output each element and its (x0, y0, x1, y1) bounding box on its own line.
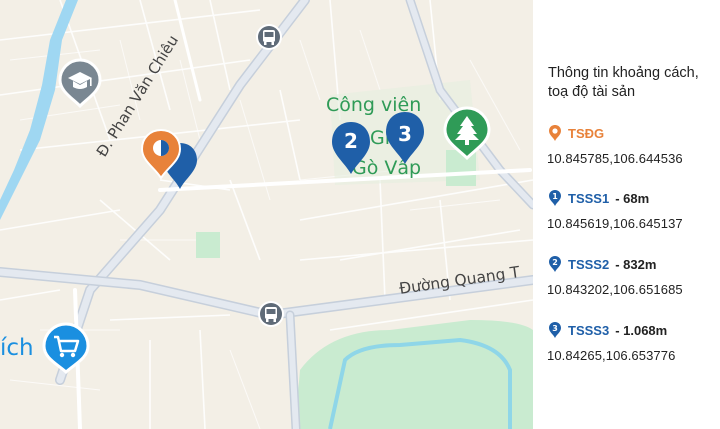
shopping-cart-icon[interactable] (42, 322, 90, 379)
entry-tsss1: 1 TSSS1 - 68m 10.845619,106.645137 (547, 189, 683, 231)
entry-coordinates: 10.845619,106.645137 (547, 216, 683, 231)
location-pin-icon: 2 (549, 256, 561, 272)
tsdg-pin[interactable] (140, 128, 182, 185)
entry-pin-number: 2 (552, 258, 558, 267)
entry-pin-number: 1 (552, 192, 558, 201)
location-pin-icon: 1 (549, 190, 561, 206)
bus-stop-icon[interactable] (255, 23, 283, 56)
tsss3-pin[interactable]: 3 (384, 110, 426, 171)
entry-coordinates: 10.845785,106.644536 (547, 151, 683, 166)
entry-pin-number: 3 (552, 324, 558, 333)
entry-distance: - 832m (615, 256, 657, 272)
park-tree-icon[interactable] (443, 106, 491, 165)
entry-coordinates: 10.84265,106.653776 (547, 348, 676, 363)
entry-tsss2: 2 TSSS2 - 832m 10.843202,106.651685 (547, 255, 683, 297)
entry-distance: - 1.068m (615, 322, 668, 338)
tsss3-pin-number: 3 (398, 122, 412, 146)
tsss2-pin-number: 2 (344, 129, 358, 153)
entry-coordinates: 10.843202,106.651685 (547, 282, 683, 297)
location-pin-icon (549, 125, 561, 141)
bus-stop-icon[interactable] (257, 300, 285, 333)
tsss2-pin[interactable]: 2 (330, 120, 372, 181)
entry-code: TSSS1 (568, 190, 610, 206)
entry-distance: - 68m (615, 190, 650, 206)
entry-tsss3: 3 TSSS3 - 1.068m 10.84265,106.653776 (547, 321, 676, 363)
entry-code: TSĐG (568, 125, 605, 141)
entry-code: TSSS2 (568, 256, 610, 272)
location-pin-icon: 3 (549, 322, 561, 338)
shop-label: ích (0, 335, 34, 361)
entry-code: TSSS3 (568, 322, 610, 338)
distance-info-panel: Thông tin khoảng cách, toạ độ tài sản TS… (533, 0, 720, 429)
entry-tsdg: TSĐG 10.845785,106.644536 (547, 124, 683, 166)
map-view[interactable]: Đ. Phan Văn Chiêu Đường Quang T Công viê… (0, 0, 533, 429)
panel-title: Thông tin khoảng cách, toạ độ tài sản (548, 65, 699, 100)
school-icon[interactable] (58, 58, 102, 113)
